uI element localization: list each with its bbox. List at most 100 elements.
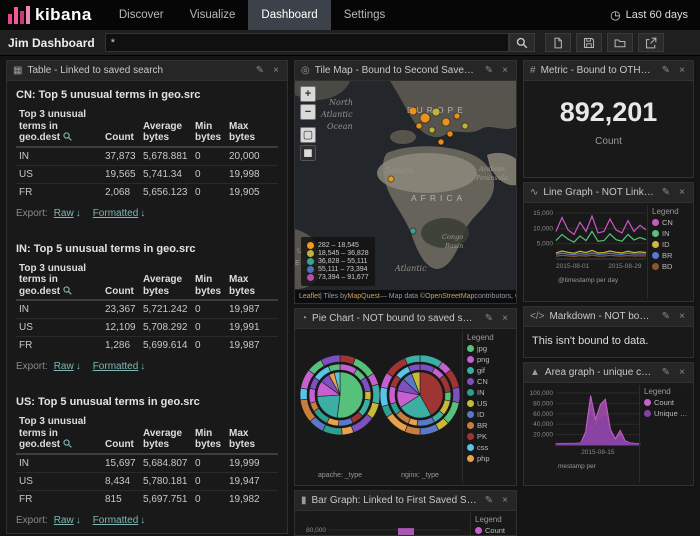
map-marker[interactable] — [447, 131, 453, 137]
close-icon[interactable]: × — [677, 65, 687, 76]
legend-item[interactable]: Count — [475, 526, 514, 535]
map-marker[interactable] — [409, 107, 417, 115]
pie-slice[interactable] — [309, 388, 316, 403]
edit-icon[interactable]: ✎ — [660, 65, 672, 76]
legend-item[interactable]: US — [467, 399, 514, 408]
kibana-logo[interactable]: kibana — [0, 0, 106, 30]
markdown-panel-header[interactable]: </> Markdown - NOT bound to data ✎ × — [524, 307, 693, 327]
column-header[interactable]: Min bytes — [192, 414, 226, 454]
line-chart[interactable]: 15,00010,0005,0002015-08-012015-08-29 — [526, 207, 650, 271]
legend-title[interactable]: Legend — [644, 387, 691, 396]
new-dashboard-button[interactable] — [545, 33, 571, 52]
pie-slice[interactable] — [328, 364, 340, 372]
map-marker[interactable] — [442, 118, 450, 126]
legend-item[interactable]: IN — [652, 229, 691, 238]
map-marker[interactable] — [410, 228, 416, 234]
fit-data-button[interactable]: ◼ — [300, 145, 316, 161]
attribution-link[interactable]: Leaflet — [299, 293, 320, 300]
pie-slice[interactable] — [300, 388, 307, 400]
map-marker[interactable] — [416, 123, 422, 129]
pie-slice[interactable] — [380, 387, 388, 406]
area-chart[interactable]: 100,00080,00060,00040,00020,0002015-08-1… — [524, 387, 642, 457]
export-raw-link[interactable]: Raw↓ — [54, 208, 81, 219]
map-marker[interactable] — [438, 139, 444, 145]
bar-chart[interactable]: 80,000 — [295, 515, 465, 536]
legend-item[interactable]: BR — [467, 421, 514, 430]
legend-item[interactable]: PK — [467, 432, 514, 441]
column-header[interactable]: Max bytes — [226, 107, 278, 147]
column-header[interactable]: Max bytes — [226, 261, 278, 301]
query-input[interactable] — [105, 33, 509, 52]
attribution-link[interactable]: OpenStreetMap — [425, 293, 474, 300]
map-panel-header[interactable]: ◎ Tile Map - Bound to Second Saved Searc… — [295, 61, 516, 81]
map-marker[interactable] — [388, 176, 394, 182]
close-icon[interactable]: × — [677, 311, 687, 322]
pie-panel-header[interactable]: ◔ Pie Chart - NOT bound to saved search … — [295, 309, 516, 329]
share-dashboard-button[interactable] — [638, 33, 664, 52]
area-panel-header[interactable]: ▲ Area graph - unique count of bytes ✎ × — [524, 363, 693, 383]
attribution-link[interactable]: MapQuest — [348, 293, 380, 300]
edit-icon[interactable]: ✎ — [254, 65, 266, 76]
legend-item[interactable]: php — [467, 454, 514, 463]
column-header[interactable]: Top 3 unusual terms in geo.dest — [16, 107, 102, 147]
line-series[interactable] — [556, 250, 646, 253]
column-header[interactable]: Count — [102, 414, 140, 454]
legend-item[interactable]: gif — [467, 366, 514, 375]
export-formatted-link[interactable]: Formatted↓ — [93, 208, 146, 219]
legend-item[interactable]: IN — [467, 388, 514, 397]
time-filter[interactable]: ◷ Last 60 days — [610, 8, 700, 22]
line-series[interactable] — [556, 255, 646, 256]
legend-item[interactable]: BR — [652, 251, 691, 260]
pie-slice[interactable] — [372, 384, 380, 404]
legend-title[interactable]: Legend — [652, 207, 691, 216]
zoom-icon[interactable] — [63, 132, 72, 141]
bar-panel-header[interactable]: ▮ Bar Graph: Linked to First Saved Searc… — [295, 491, 516, 511]
pie-slice[interactable] — [342, 426, 354, 435]
export-raw-link[interactable]: Raw↓ — [54, 361, 81, 372]
table-panel-header[interactable]: ▦ Table - Linked to saved search ✎ × — [7, 61, 287, 81]
nav-item-visualize[interactable]: Visualize — [177, 0, 249, 30]
map-marker[interactable] — [429, 127, 435, 133]
export-formatted-link[interactable]: Formatted↓ — [93, 361, 146, 372]
zoom-icon[interactable] — [63, 439, 72, 448]
nav-item-settings[interactable]: Settings — [331, 0, 399, 30]
pie-slice[interactable] — [452, 387, 460, 403]
edit-icon[interactable]: ✎ — [660, 367, 672, 378]
zoom-icon[interactable] — [63, 286, 72, 295]
pie-slice[interactable] — [339, 418, 354, 426]
legend-item[interactable]: BD — [652, 262, 691, 271]
edit-icon[interactable]: ✎ — [483, 313, 495, 324]
nav-item-dashboard[interactable]: Dashboard — [248, 0, 330, 30]
metric-panel-header[interactable]: # Metric - Bound to OTHER Saved Search ✎… — [524, 61, 693, 81]
column-header[interactable]: Average bytes — [140, 414, 192, 454]
close-icon[interactable]: × — [500, 313, 510, 324]
legend-item[interactable]: ID — [467, 410, 514, 419]
column-header[interactable]: Count — [102, 107, 140, 147]
close-icon[interactable]: × — [271, 65, 281, 76]
legend-item[interactable]: png — [467, 355, 514, 364]
pie-slice[interactable] — [417, 417, 435, 426]
save-dashboard-button[interactable] — [576, 33, 602, 52]
pie-slice[interactable] — [408, 364, 420, 372]
pie-slice[interactable] — [445, 392, 451, 401]
edit-icon[interactable]: ✎ — [660, 311, 672, 322]
zoom-in-button[interactable]: + — [300, 86, 316, 102]
export-formatted-link[interactable]: Formatted↓ — [93, 515, 146, 526]
edit-icon[interactable]: ✎ — [483, 65, 495, 76]
column-header[interactable]: Top 3 unusual terms in geo.dest — [16, 261, 102, 301]
nav-item-discover[interactable]: Discover — [106, 0, 177, 30]
zoom-out-button[interactable]: − — [300, 104, 316, 120]
legend-item[interactable]: jpg — [467, 344, 514, 353]
close-icon[interactable]: × — [500, 495, 510, 506]
map-marker[interactable] — [420, 113, 430, 123]
column-header[interactable]: Max bytes — [226, 414, 278, 454]
column-header[interactable]: Min bytes — [192, 107, 226, 147]
edit-icon[interactable]: ✎ — [483, 495, 495, 506]
close-icon[interactable]: × — [677, 367, 687, 378]
open-dashboard-button[interactable] — [607, 33, 633, 52]
legend-item[interactable]: Unique count of bytes — [644, 409, 691, 418]
close-icon[interactable]: × — [500, 65, 510, 76]
legend-title[interactable]: Legend — [475, 515, 514, 524]
legend-item[interactable]: ID — [652, 240, 691, 249]
column-header[interactable]: Min bytes — [192, 261, 226, 301]
